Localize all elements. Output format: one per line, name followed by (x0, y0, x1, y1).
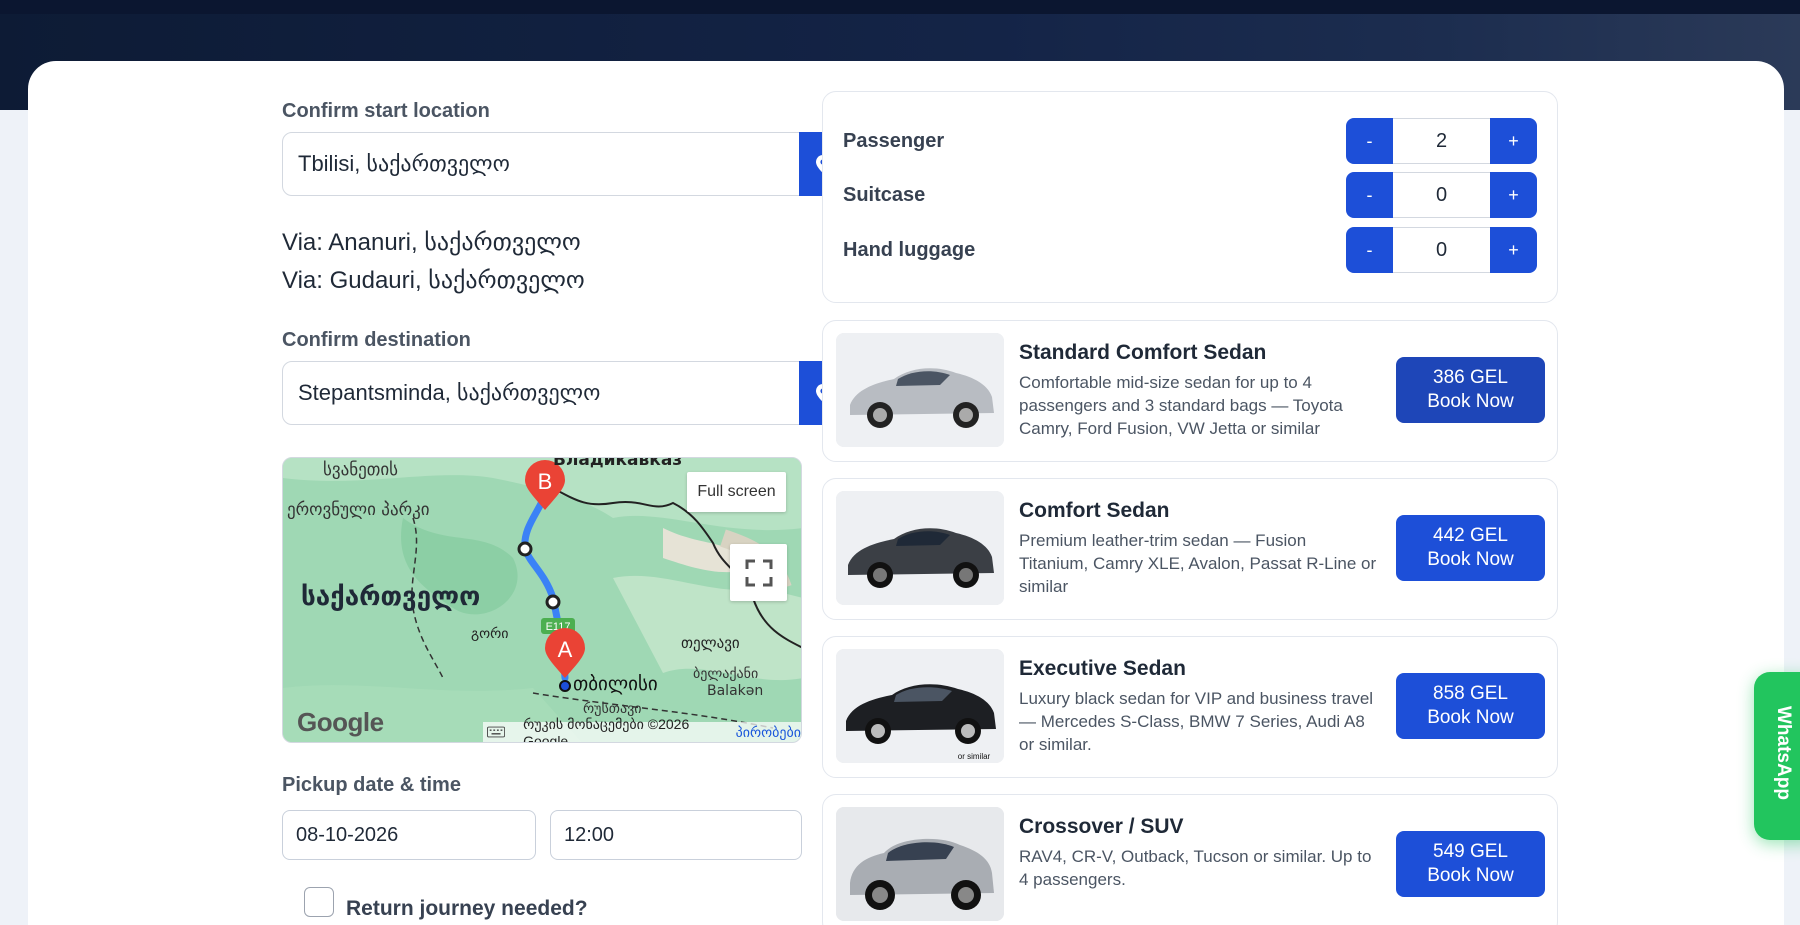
vehicle-description: Premium leather-trim sedan — Fusion Tita… (1019, 531, 1377, 596)
start-location-label: Confirm start location (282, 100, 490, 122)
vehicle-card: or similar Executive Sedan Luxury black … (822, 636, 1558, 778)
map-attribution-text: რუკის მონაცემები ©2026 Google (523, 715, 690, 743)
return-journey-label[interactable]: Return journey needed? (346, 897, 588, 921)
vehicle-photo (836, 807, 1004, 921)
vehicle-name: Standard Comfort Sedan (1019, 341, 1267, 364)
vehicle-card: Comfort Sedan Premium leather-trim sedan… (822, 478, 1558, 620)
map-place-park-line2: ეროვნული პარკი (287, 500, 430, 520)
hand-luggage-counter: Hand luggage - 0 + (843, 227, 1537, 273)
book-now-label: Book Now (1427, 549, 1514, 570)
suitcase-stepper[interactable]: - 0 + (1346, 172, 1537, 218)
map-fullscreen-button[interactable] (730, 544, 787, 601)
vehicle-name: Executive Sedan (1019, 657, 1186, 680)
passenger-counter: Passenger - 2 + (843, 118, 1537, 164)
destination-value[interactable]: Stepantsminda, საქართველო (283, 380, 799, 406)
vehicle-description: Comfortable mid-size sedan for up to 4 p… (1019, 373, 1343, 438)
suitcase-decrement-button[interactable]: - (1346, 172, 1393, 218)
via-stop-1: Via: Ananuri, საქართველო (282, 229, 581, 256)
route-form: Confirm start location Tbilisi, საქართვე… (282, 61, 847, 925)
vehicle-price: 858 GEL (1433, 683, 1508, 704)
book-now-label: Book Now (1427, 707, 1514, 728)
book-now-button[interactable]: 386 GEL Book Now (1396, 357, 1545, 423)
hand-luggage-stepper[interactable]: - 0 + (1346, 227, 1537, 273)
start-location-value[interactable]: Tbilisi, საქართველო (283, 151, 799, 177)
map-fullscreen-text-button[interactable]: Full screen (687, 472, 786, 512)
suitcase-counter: Suitcase - 0 + (843, 172, 1537, 218)
map-place-country: საქართველო (301, 582, 480, 612)
book-now-button[interactable]: 549 GEL Book Now (1396, 831, 1545, 897)
passenger-decrement-button[interactable]: - (1346, 118, 1393, 164)
vehicle-card: Crossover / SUV RAV4, CR-V, Outback, Tuc… (822, 794, 1558, 925)
pickup-time-input[interactable]: 12:00 (550, 810, 802, 860)
vehicle-photo: or similar (836, 649, 1004, 763)
luggage-counters: Passenger - 2 + Suitcase - 0 + Hand lugg… (822, 91, 1558, 303)
map-marker-b[interactable]: B (538, 469, 553, 494)
map-place-telavi: თელავი (681, 634, 740, 652)
map-place-rustavi: რუსთავი (583, 700, 642, 717)
passenger-label: Passenger (843, 129, 945, 152)
suitcase-label: Suitcase (843, 183, 926, 206)
vehicle-name: Comfort Sedan (1019, 499, 1170, 522)
hand-luggage-increment-button[interactable]: + (1490, 227, 1537, 273)
book-now-button[interactable]: 442 GEL Book Now (1396, 515, 1545, 581)
pickup-date-input[interactable]: 08-10-2026 (282, 810, 536, 860)
return-journey-checkbox[interactable] (304, 887, 334, 917)
via-stop-2: Via: Gudauri, საქართველო (282, 267, 585, 294)
passenger-increment-button[interactable]: + (1490, 118, 1537, 164)
book-now-button[interactable]: 858 GEL Book Now (1396, 673, 1545, 739)
hand-luggage-label: Hand luggage (843, 238, 976, 261)
map-place-balakan-latin: Balakən (707, 683, 763, 699)
vehicle-description: Luxury black sedan for VIP and business … (1019, 689, 1374, 754)
route-map[interactable]: E117 B A Владикавказ სვანეთის ეროვნული პ… (282, 457, 802, 743)
hand-luggage-decrement-button[interactable]: - (1346, 227, 1393, 273)
pickup-label: Pickup date & time (282, 774, 461, 796)
destination-label: Confirm destination (282, 329, 471, 351)
vehicle-price: 549 GEL (1433, 841, 1508, 862)
map-place-tbilisi: თბილისი (573, 673, 658, 695)
suitcase-value[interactable]: 0 (1393, 172, 1490, 218)
passenger-stepper[interactable]: - 2 + (1346, 118, 1537, 164)
map-terms-link[interactable]: პირობები (736, 724, 801, 741)
map-place-gori: გორი (471, 625, 509, 642)
vehicle-price: 386 GEL (1433, 367, 1508, 388)
vehicle-price: 442 GEL (1433, 525, 1508, 546)
hand-luggage-value[interactable]: 0 (1393, 227, 1490, 273)
start-location-field[interactable]: Tbilisi, საქართველო (282, 132, 847, 196)
thumb-caption: or similar (958, 752, 991, 761)
vehicle-photo (836, 491, 1004, 605)
suitcase-increment-button[interactable]: + (1490, 172, 1537, 218)
map-place-park-line1: სვანეთის (323, 460, 398, 480)
book-now-label: Book Now (1427, 865, 1514, 886)
book-now-label: Book Now (1427, 391, 1514, 412)
vehicle-description: RAV4, CR-V, Outback, Tucson or similar. … (1019, 847, 1372, 889)
vehicle-photo (836, 333, 1004, 447)
whatsapp-label: WhatsApp (1773, 706, 1794, 800)
map-attribution-bar: რუკის მონაცემები ©2026 Google პირობები (483, 716, 801, 742)
google-logo: Google (297, 707, 384, 737)
passenger-value[interactable]: 2 (1393, 118, 1490, 164)
vehicle-card: Standard Comfort Sedan Comfortable mid-s… (822, 320, 1558, 462)
booking-card: Confirm start location Tbilisi, საქართვე… (28, 61, 1784, 925)
fullscreen-icon (745, 559, 772, 586)
vehicle-name: Crossover / SUV (1019, 815, 1184, 838)
map-marker-a[interactable]: A (558, 637, 573, 662)
destination-field[interactable]: Stepantsminda, საქართველო (282, 361, 847, 425)
keyboard-icon[interactable] (487, 726, 506, 738)
map-place-balakan-ka: ბელაქანი (693, 666, 758, 682)
map-place-vladikavkaz: Владикавказ (553, 458, 682, 470)
whatsapp-button[interactable]: WhatsApp (1754, 672, 1800, 840)
